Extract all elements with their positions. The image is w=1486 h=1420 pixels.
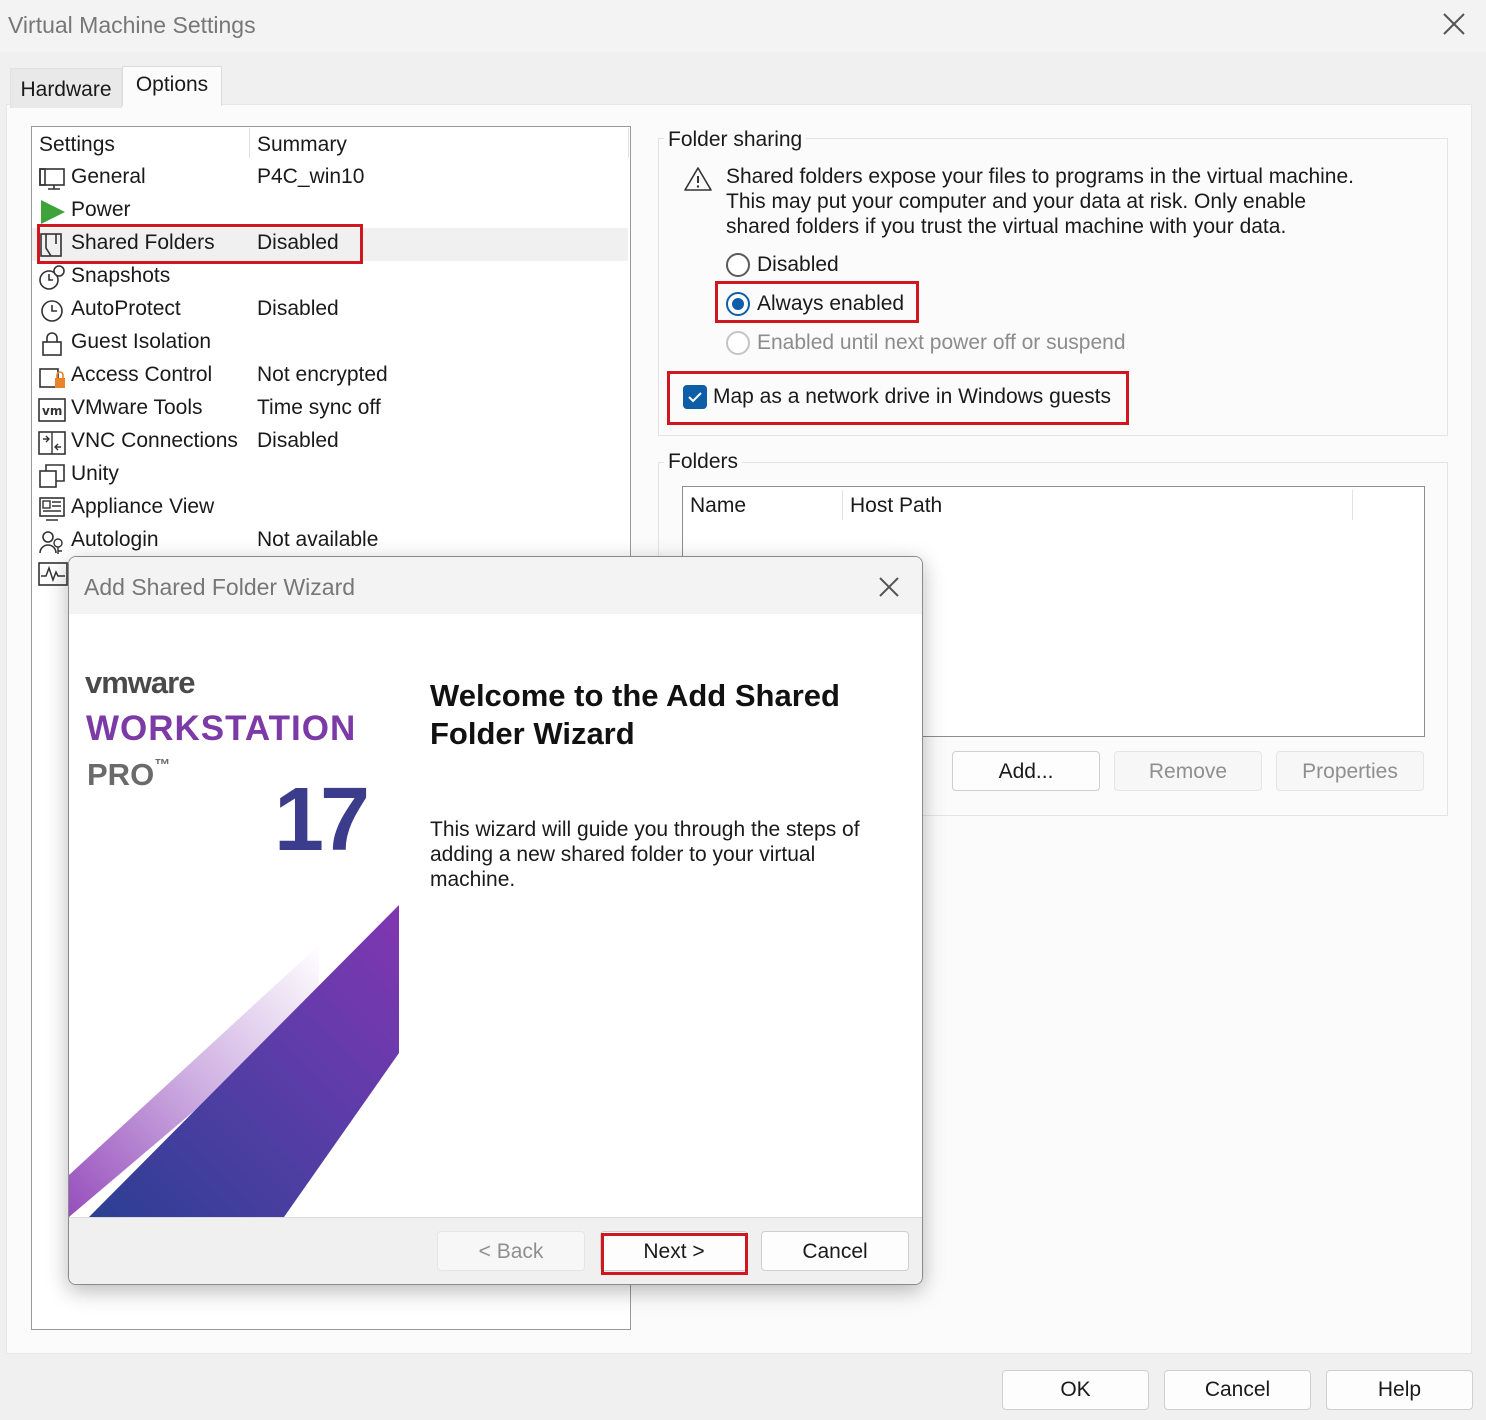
wizard-title: Add Shared Folder Wizard [84,574,356,600]
settings-row-guest-isolation[interactable]: Guest Isolation [32,327,628,360]
settings-row-summary: Not available [257,528,379,551]
close-icon[interactable] [1436,6,1472,42]
users-icon [38,529,66,555]
vnc-icon [38,430,66,456]
properties-button: Properties [1276,751,1424,791]
highlight-always-enabled [715,281,919,323]
unity-icon [38,463,66,489]
settings-row-label: Power [71,198,131,221]
settings-row-vmware-tools[interactable]: vm VMware Tools Time sync off [32,393,628,426]
product-name: WORKSTATION [86,709,357,748]
settings-row-summary: Disabled [257,297,339,320]
brand-graphic [69,905,399,1217]
waveform-icon [38,562,68,586]
warning-text-line: Shared folders expose your files to prog… [726,165,1354,188]
column-divider [628,128,629,158]
settings-row-general[interactable]: General P4C_win10 [32,162,628,195]
play-icon [38,199,66,225]
help-button[interactable]: Help [1326,1370,1473,1410]
snapshot-clock-icon [38,265,66,291]
wizard-description-line: This wizard will guide you through the s… [430,818,860,841]
vmware-logo: vmware [85,665,195,700]
settings-row-autologin[interactable]: Autologin Not available [32,525,628,558]
settings-row-label: General [71,165,146,188]
wizard-heading-line: Welcome to the Add Shared [430,678,840,713]
ok-button[interactable]: OK [1002,1370,1149,1410]
column-divider [842,490,843,520]
settings-row-unity[interactable]: Unity [32,459,628,492]
wizard-description-line: adding a new shared folder to your virtu… [430,843,816,866]
highlight-next [601,1233,748,1275]
radio-until-power-off [726,331,750,355]
settings-row-label: Autologin [71,528,159,551]
settings-row-label: Access Control [71,363,213,386]
settings-row-summary: Time sync off [257,396,381,419]
product-edition: PRO™ [87,757,170,793]
edition-text: PRO [87,757,155,792]
settings-row-label: AutoProtect [71,297,181,320]
radio-disabled[interactable] [726,253,750,277]
radio-label-disabled[interactable]: Disabled [757,253,839,277]
folder-sharing-legend: Folder sharing [664,128,807,152]
settings-row-access-control[interactable]: Access Control Not encrypted [32,360,628,393]
column-header-summary[interactable]: Summary [257,133,347,157]
folders-legend: Folders [664,450,743,474]
vm-tools-icon: vm [38,397,66,423]
remove-button: Remove [1114,751,1262,791]
column-divider [249,128,250,158]
appliance-icon [38,496,66,522]
svg-text:vm: vm [42,404,62,418]
wizard-heading: Welcome to the Add Shared Folder Wizard [430,677,900,753]
product-version: 17 [274,770,370,870]
settings-row-summary: P4C_win10 [257,165,365,188]
column-header-name[interactable]: Name [690,494,746,518]
tab-options[interactable]: Options [122,66,222,106]
radio-label-until-power-off: Enabled until next power off or suspend [757,331,1126,354]
settings-row-label: Unity [71,462,119,485]
add-shared-folder-wizard: Add Shared Folder Wizard vmware WORKSTAT… [68,556,923,1285]
settings-row-snapshots[interactable]: Snapshots [32,261,628,294]
settings-row-appliance-view[interactable]: Appliance View [32,492,628,525]
cancel-button[interactable]: Cancel [1164,1370,1311,1410]
settings-row-label: Guest Isolation [71,330,212,353]
wizard-heading-line: Folder Wizard [430,716,635,751]
settings-row-label: VMware Tools [71,396,203,419]
settings-row-label: Appliance View [71,495,215,518]
add-button[interactable]: Add... [952,751,1100,791]
cancel-button[interactable]: Cancel [761,1231,909,1271]
column-divider [1352,490,1353,520]
lock-icon [38,331,66,357]
settings-row-autoprotect[interactable]: AutoProtect Disabled [32,294,628,327]
warning-text-line: This may put your computer and your data… [726,190,1307,213]
settings-row-summary: Not encrypted [257,363,388,386]
access-control-icon [38,364,66,390]
window-title: Virtual Machine Settings [8,12,256,38]
settings-row-label: Snapshots [71,264,171,287]
monitor-icon [38,166,66,192]
wizard-description: This wizard will guide you through the s… [430,817,900,892]
tab-hardware[interactable]: Hardware [10,68,122,108]
highlight-shared-folders [37,224,363,264]
warning-text-line: shared folders if you trust the virtual … [726,215,1287,238]
wizard-description-line: machine. [430,868,516,891]
clock-icon [38,298,66,324]
settings-row-vnc-connections[interactable]: VNC Connections Disabled [32,426,628,459]
warning-icon [683,165,713,193]
close-icon[interactable] [874,572,904,602]
column-header-settings[interactable]: Settings [39,133,115,157]
highlight-map-drive [667,371,1129,425]
column-header-host-path[interactable]: Host Path [850,494,942,518]
settings-row-summary: Disabled [257,429,339,452]
trademark-symbol: ™ [154,757,171,774]
settings-row-label: VNC Connections [71,429,238,452]
back-button: < Back [437,1231,585,1271]
